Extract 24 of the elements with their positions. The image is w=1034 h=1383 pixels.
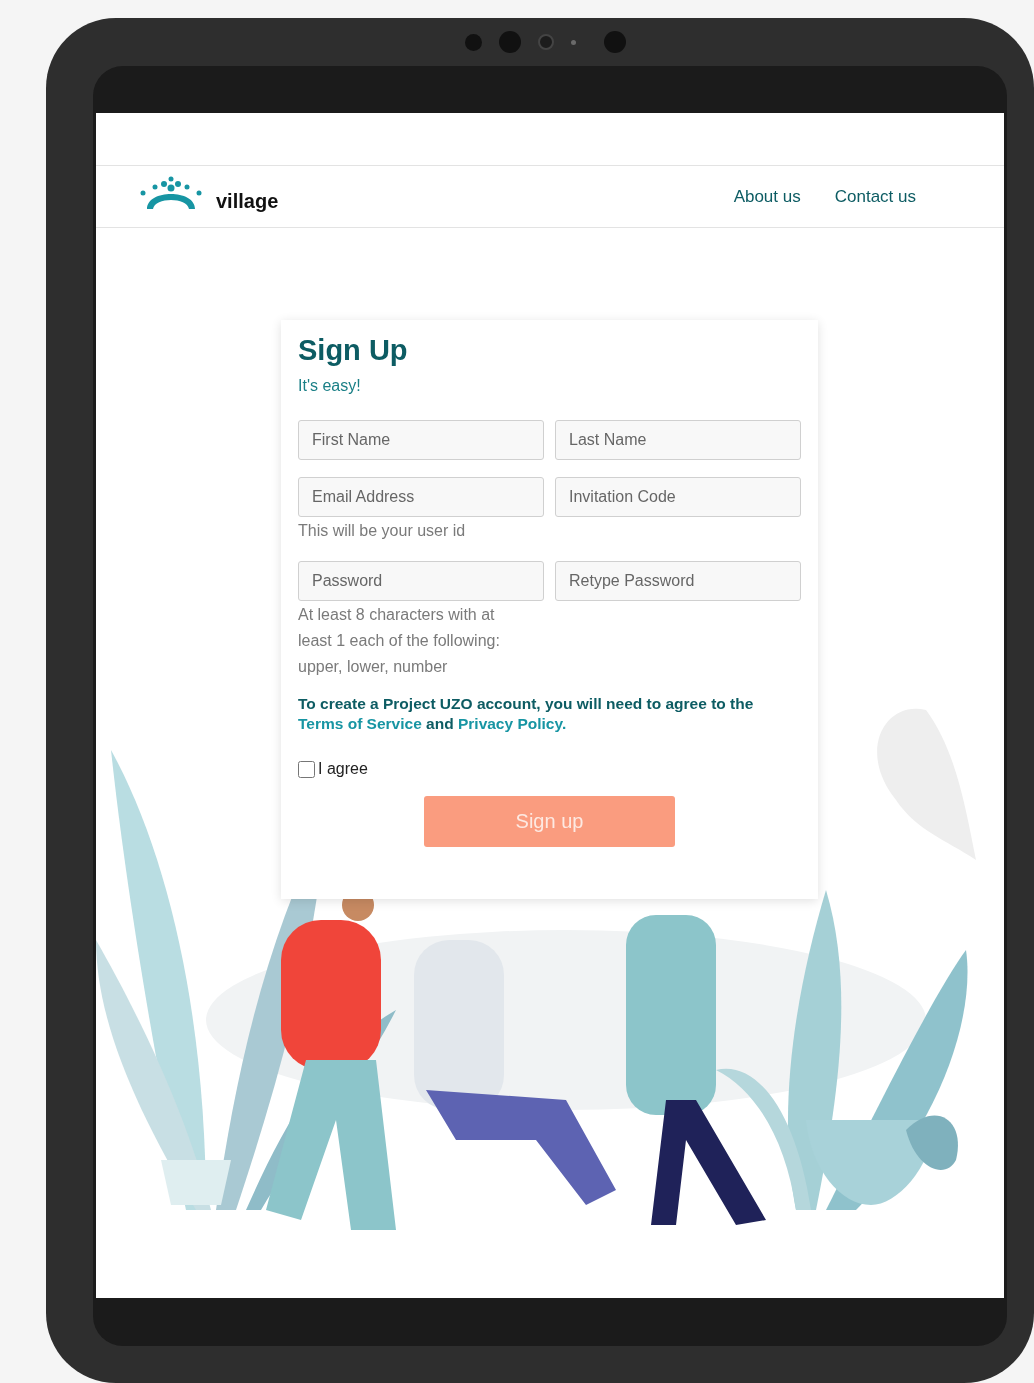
help-text: This will be your user id [298,521,467,541]
camera-lens-icon [538,34,554,50]
input-field[interactable]: First Name [298,420,544,460]
sensor-dot-icon [571,39,576,45]
nav-link[interactable]: Contact us [834,186,916,207]
agree-checkbox[interactable] [298,760,315,778]
agree-label: I agree [318,760,368,778]
signup-subtitle: It's easy! [298,377,362,395]
camera-dot-icon [465,33,482,51]
nav-link[interactable]: About us [733,186,801,207]
consent-text: To create a Project UZO account, you will need to agree to the Terms of Service and Privacy Policy. [298,694,755,734]
logo-icon [139,174,203,211]
link[interactable]: Privacy Policy. [457,715,567,732]
camera-dot-icon [604,31,626,53]
input-field[interactable]: Retype Password [555,561,801,601]
input-field[interactable]: Email Address [298,477,544,517]
input-field[interactable]: Invitation Code [555,477,801,517]
logo-text: village [216,190,279,213]
help-text: At least 8 characters with at least 1 each of the following: upper, lower, number [298,605,501,677]
input-field[interactable]: Password [298,561,544,601]
signup-title: Sign Up [298,334,409,367]
input-field[interactable]: Last Name [555,420,801,460]
link[interactable]: Terms of Service [298,715,422,732]
camera-dot-icon [499,31,521,53]
